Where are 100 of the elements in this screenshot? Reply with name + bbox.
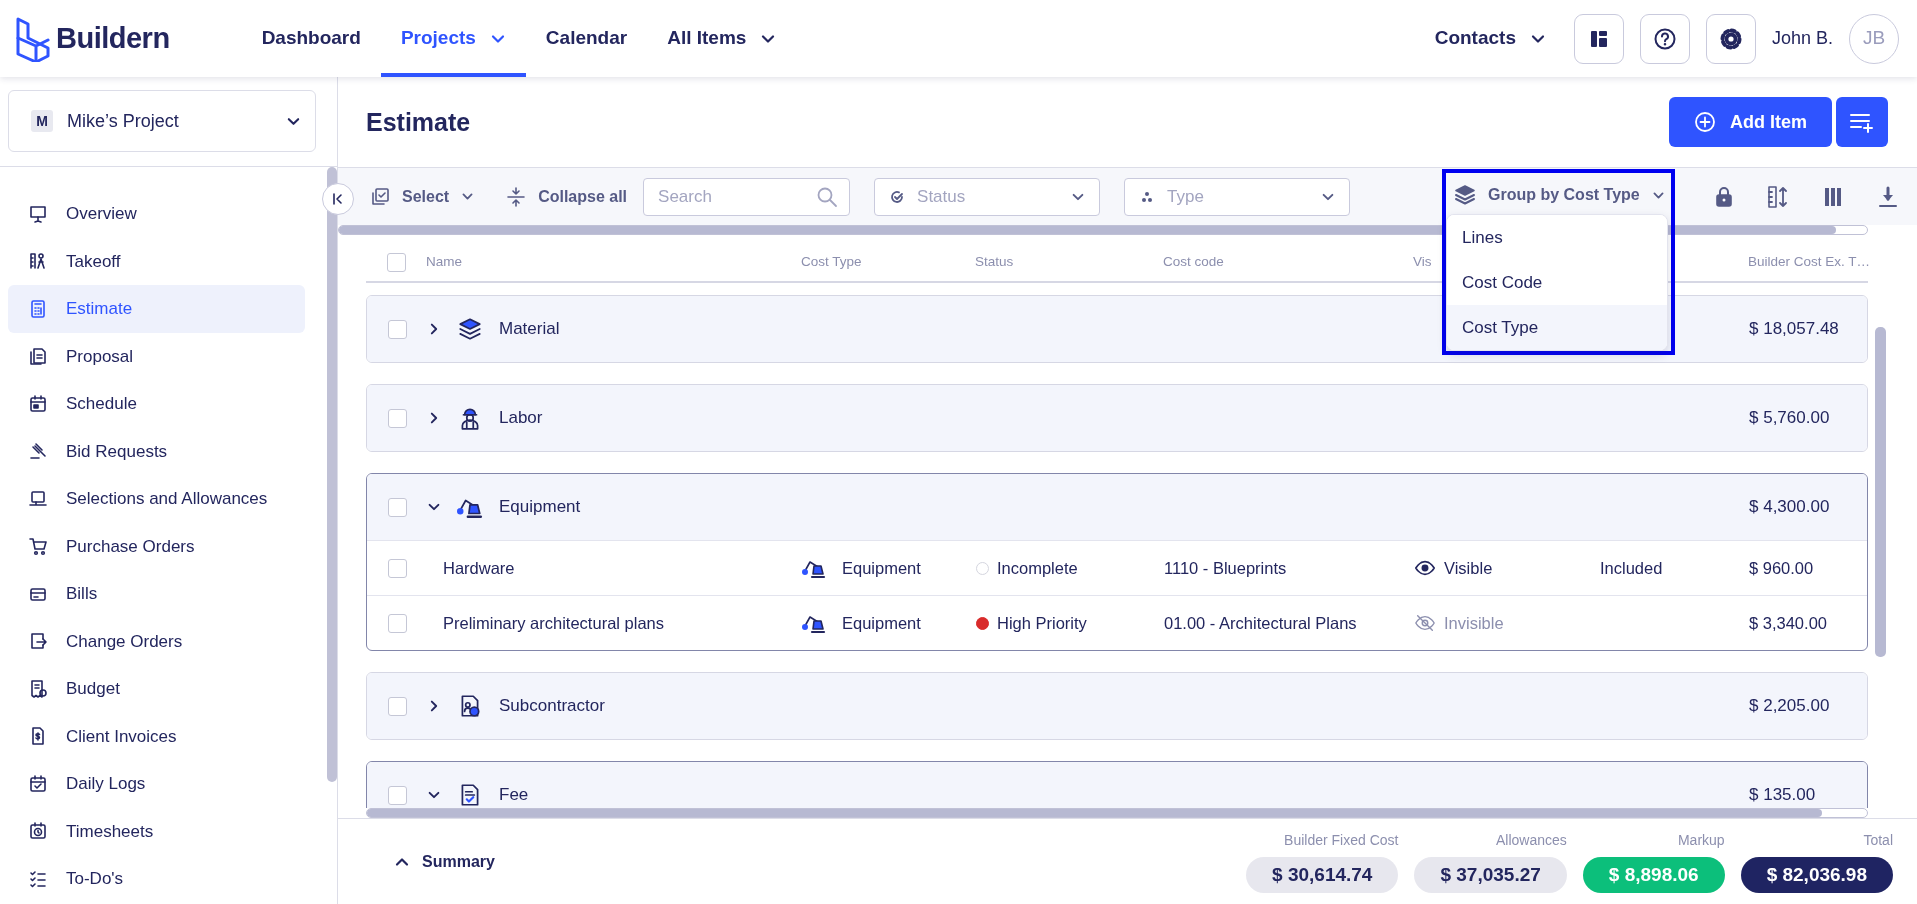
total-label: Builder Fixed Cost [1283, 831, 1399, 850]
layout-icon [1588, 28, 1609, 49]
visibility-label: Invisible [1444, 612, 1504, 634]
contacts-menu[interactable]: Contacts [1414, 0, 1566, 77]
group-by-menu[interactable]: Group by Cost Type [1446, 178, 1673, 212]
cost-type: Equipment [842, 557, 921, 579]
sidebar-item[interactable]: Purchase Orders [8, 522, 305, 570]
sidebar-item[interactable]: Budget [8, 665, 305, 713]
group-total: $ 4,300.00 [1749, 496, 1831, 519]
horizontal-scrollbar[interactable] [366, 808, 1868, 818]
calendar-check-icon [28, 773, 48, 794]
total-value: $ 30,614.74 [1246, 857, 1399, 893]
checkbox[interactable] [387, 319, 407, 339]
monitor-icon [28, 488, 48, 509]
checkbox[interactable] [387, 613, 407, 633]
column-header: Cost Type [801, 252, 863, 271]
item-cost: $ 960.00 [1749, 557, 1815, 579]
project-badge: M [31, 110, 53, 132]
list-add-icon [1849, 111, 1875, 133]
calendar-clock-icon [28, 821, 48, 842]
sidebar-item[interactable]: To-Do's [8, 855, 305, 903]
cube-logo-icon [14, 15, 52, 62]
settings-button[interactable] [1705, 13, 1756, 64]
calendar-icon [28, 393, 48, 414]
document-icon [28, 346, 48, 367]
layout-button[interactable] [1573, 13, 1624, 64]
group-total: $ 2,205.00 [1749, 695, 1831, 718]
sidebar-item[interactable]: Client Invoices [8, 712, 305, 760]
sidebar-item[interactable]: Overview [8, 190, 305, 238]
item-name: Hardware [442, 557, 516, 579]
add-item-button[interactable]: Add Item [1669, 97, 1832, 147]
sidebar-scrollbar[interactable] [327, 167, 337, 782]
total-label: Total [1862, 831, 1893, 850]
sidebar-item[interactable]: Daily Logs [8, 760, 305, 808]
visibility-label: Visible [1444, 557, 1493, 579]
column-header: Cost code [1163, 252, 1225, 271]
checkbox[interactable] [387, 497, 407, 517]
group-name: Subcontractor [499, 695, 605, 718]
project-selector[interactable]: M Mike’s Project [8, 90, 316, 152]
column-header: Vis [1413, 252, 1433, 271]
status-label: High Priority [997, 612, 1087, 634]
item-cost: $ 3,340.00 [1749, 612, 1828, 634]
dropdown-option[interactable]: Cost Code [1447, 260, 1667, 305]
column-header: Status [975, 252, 1015, 271]
dropdown-option[interactable]: Cost Type [1447, 305, 1667, 350]
checkbox[interactable] [387, 785, 407, 805]
total-value: $ 37,035.27 [1414, 857, 1567, 893]
item-name: Preliminary architectural plans [442, 612, 665, 634]
brand-name: Buildern [56, 20, 170, 56]
cost-code: 01.00 - Architectural Plans [1164, 612, 1358, 634]
ruler-arrows-icon [1767, 184, 1789, 209]
sidebar-item[interactable]: Selections and Allowances [8, 475, 305, 523]
sidebar-item[interactable]: Change Orders [8, 617, 305, 665]
sidebar-item[interactable]: Proposal [8, 332, 305, 380]
sidebar-item[interactable]: Estimate [8, 285, 305, 333]
group-name: Equipment [499, 496, 581, 519]
cart-icon [28, 536, 48, 557]
group-name: Fee [499, 784, 529, 807]
sidebar-item[interactable]: Bills [8, 570, 305, 618]
nav-tab[interactable]: Calendar [525, 0, 648, 77]
nav-tab[interactable]: All Items [647, 0, 797, 77]
nav-tab[interactable]: Projects [380, 0, 526, 77]
dropdown-option[interactable]: Lines [1447, 215, 1667, 260]
total-value: $ 8,898.06 [1582, 857, 1725, 893]
help-icon [1652, 26, 1677, 51]
group-total: $ 135.00 [1749, 784, 1817, 807]
summary-toggle[interactable]: Summary [386, 849, 503, 874]
checkbox[interactable] [386, 252, 406, 272]
layers-icon [457, 316, 483, 342]
calculator-icon [28, 298, 48, 319]
search-field[interactable]: Search [643, 177, 851, 216]
sidebar-item[interactable]: Bid Requests [8, 427, 305, 475]
sidebar-item[interactable]: Schedule [8, 380, 305, 428]
collapse-all-button[interactable]: Collapse all [498, 168, 636, 225]
nav-tab[interactable]: Dashboard [241, 0, 381, 77]
cost-code: 1110 - Blueprints [1164, 557, 1288, 579]
columns-icon [1823, 185, 1843, 208]
project-name: Mike’s Project [67, 109, 180, 133]
sidebar-item[interactable]: Takeoff [8, 237, 305, 285]
download-icon [1877, 185, 1899, 208]
add-list-button[interactable] [1836, 97, 1888, 147]
table-scrollbar[interactable] [1875, 327, 1886, 657]
user-name: John B. [1771, 27, 1833, 50]
group-total: $ 5,760.00 [1749, 407, 1831, 430]
column-header: Builder Cost Ex. T… [1748, 252, 1871, 271]
select-menu[interactable]: Select [362, 168, 483, 225]
collapse-arrows-icon [506, 186, 527, 207]
plus-circle-icon [1694, 111, 1716, 133]
help-button[interactable] [1639, 13, 1690, 64]
total-label: Allowances [1495, 831, 1567, 850]
checkbox[interactable] [387, 408, 407, 428]
allowance-status: Included [1600, 557, 1664, 579]
checkbox[interactable] [387, 558, 407, 578]
checkbox[interactable] [387, 696, 407, 716]
group-total: $ 18,057.48 [1749, 318, 1840, 341]
receipt-icon [28, 678, 48, 699]
lock-icon [1715, 186, 1733, 207]
status-label: Incomplete [997, 557, 1078, 579]
sidebar-item[interactable]: Timesheets [8, 807, 305, 855]
cost-type: Equipment [842, 612, 921, 634]
